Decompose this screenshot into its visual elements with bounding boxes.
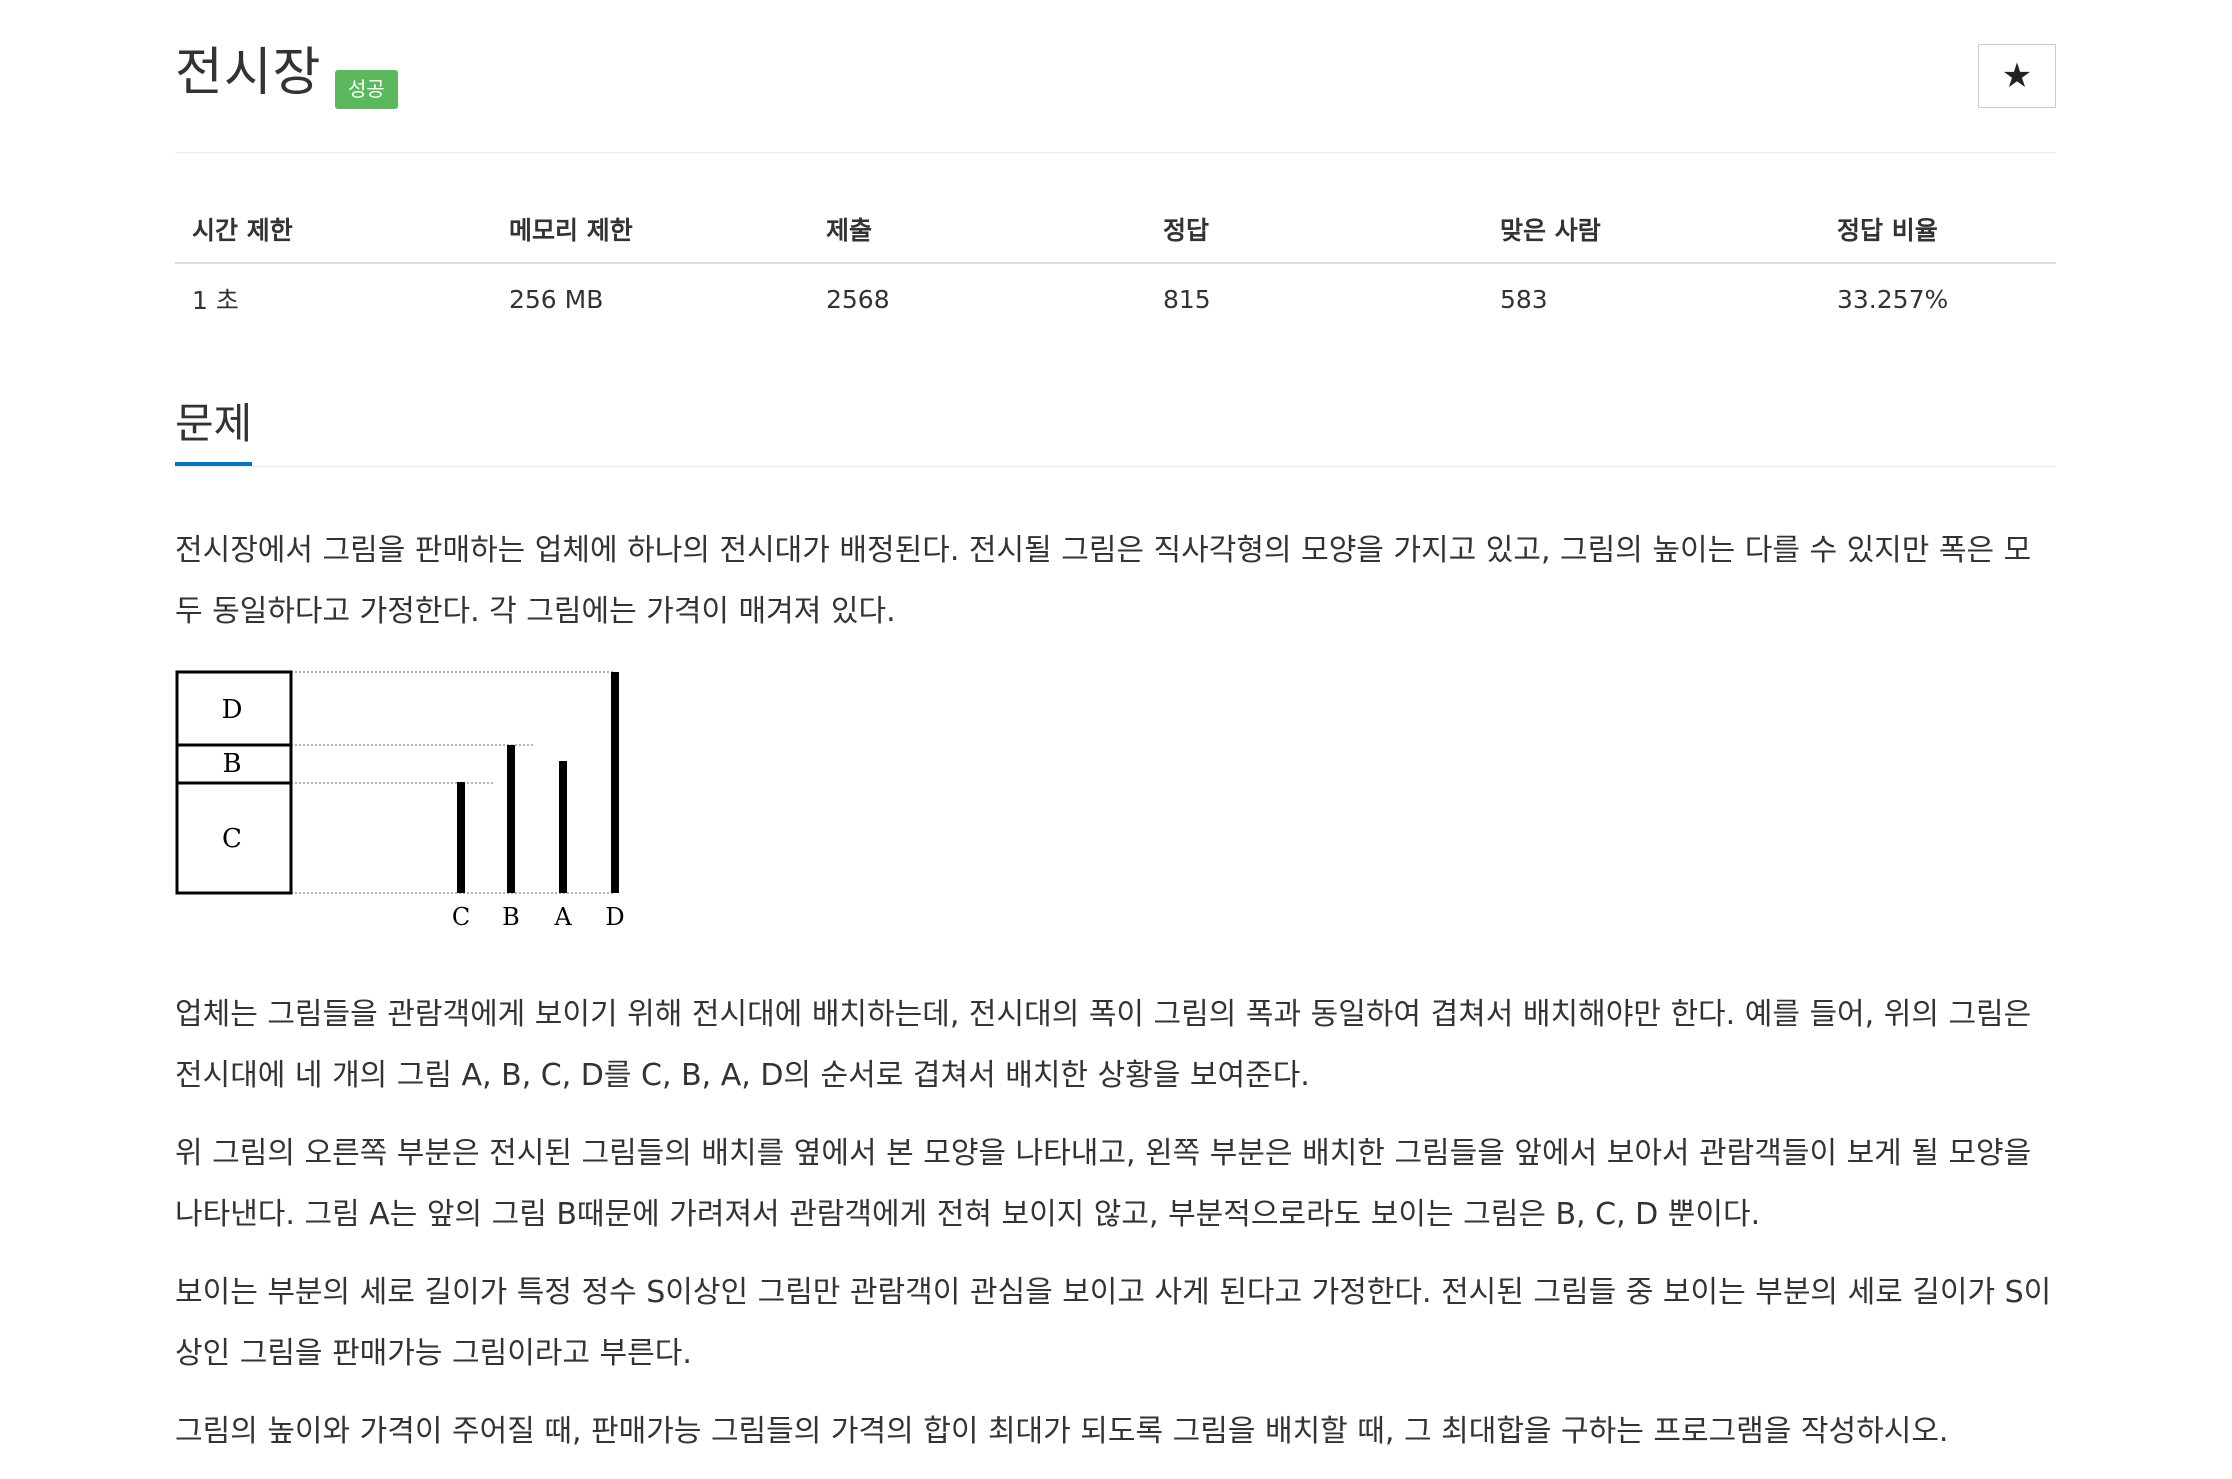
- description-paragraph: 전시장에서 그림을 판매하는 업체에 하나의 전시대가 배정된다. 전시될 그림…: [175, 533, 2032, 629]
- side-bar-c: [457, 782, 465, 893]
- side-bar-b: [507, 745, 515, 893]
- section-header: 문제: [175, 392, 2056, 467]
- header-time-limit: 시간 제한: [175, 196, 492, 264]
- description-paragraph: 그림의 높이와 가격이 주어질 때, 판매가능 그림들의 가격의 합이 최대가 …: [175, 1414, 1949, 1449]
- side-bar-d: [611, 672, 619, 893]
- description-paragraph: 업체는 그림들을 관람객에게 보이기 위해 전시대에 배치하는데, 전시대의 폭…: [175, 997, 2032, 1093]
- header-submissions: 제출: [809, 196, 1146, 264]
- side-label-b: B: [502, 903, 520, 929]
- header-accept-ratio: 정답 비율: [1820, 196, 2056, 264]
- problem-page: 전시장 성공 ★ 시간 제한 메모리 제한 제출 정답 맞은 사람 정답 비율 …: [175, 0, 2056, 1449]
- section-title: 문제: [175, 392, 253, 466]
- display-arrangement-figure: D B C C B A D: [175, 670, 625, 931]
- front-label-b: B: [222, 749, 241, 779]
- header-memory-limit: 메모리 제한: [492, 196, 809, 264]
- value-accepted: 815: [1163, 284, 1211, 314]
- header-accepted: 정답: [1146, 196, 1483, 264]
- header-solvers: 맞은 사람: [1483, 196, 1820, 264]
- star-icon: ★: [2001, 56, 2033, 96]
- problem-info-table: 시간 제한 메모리 제한 제출 정답 맞은 사람 정답 비율 1 초 256 M…: [175, 196, 2056, 334]
- side-label-a: A: [553, 903, 572, 929]
- problem-description: 전시장에서 그림을 판매하는 업체에 하나의 전시대가 배정된다. 전시될 그림…: [175, 520, 2056, 1479]
- title-row: 전시장 성공 ★: [175, 0, 2056, 153]
- page-title: 전시장: [175, 43, 322, 103]
- favorite-button[interactable]: ★: [1978, 44, 2056, 108]
- value-memory-limit: 256 MB: [509, 284, 604, 314]
- value-submissions: 2568: [826, 284, 890, 314]
- side-bar-a: [559, 761, 567, 893]
- value-time-limit: 1 초: [192, 286, 239, 315]
- front-label-c: C: [222, 824, 242, 854]
- value-solvers: 583: [1500, 284, 1548, 314]
- description-paragraph: 위 그림의 오른쪽 부분은 전시된 그림들의 배치를 옆에서 본 모양을 나타내…: [175, 1136, 2032, 1232]
- info-header-row: 시간 제한 메모리 제한 제출 정답 맞은 사람 정답 비율: [175, 196, 2056, 264]
- status-badge: 성공: [335, 70, 398, 109]
- side-label-d: D: [605, 903, 624, 929]
- description-paragraph: 보이는 부분의 세로 길이가 특정 정수 S이상인 그림만 관람객이 관심을 보…: [175, 1275, 2052, 1371]
- side-label-c: C: [452, 903, 470, 929]
- info-value-row: 1 초 256 MB 2568 815 583 33.257%: [175, 263, 2056, 334]
- front-label-d: D: [222, 695, 243, 725]
- value-accept-ratio: 33.257%: [1837, 284, 1949, 314]
